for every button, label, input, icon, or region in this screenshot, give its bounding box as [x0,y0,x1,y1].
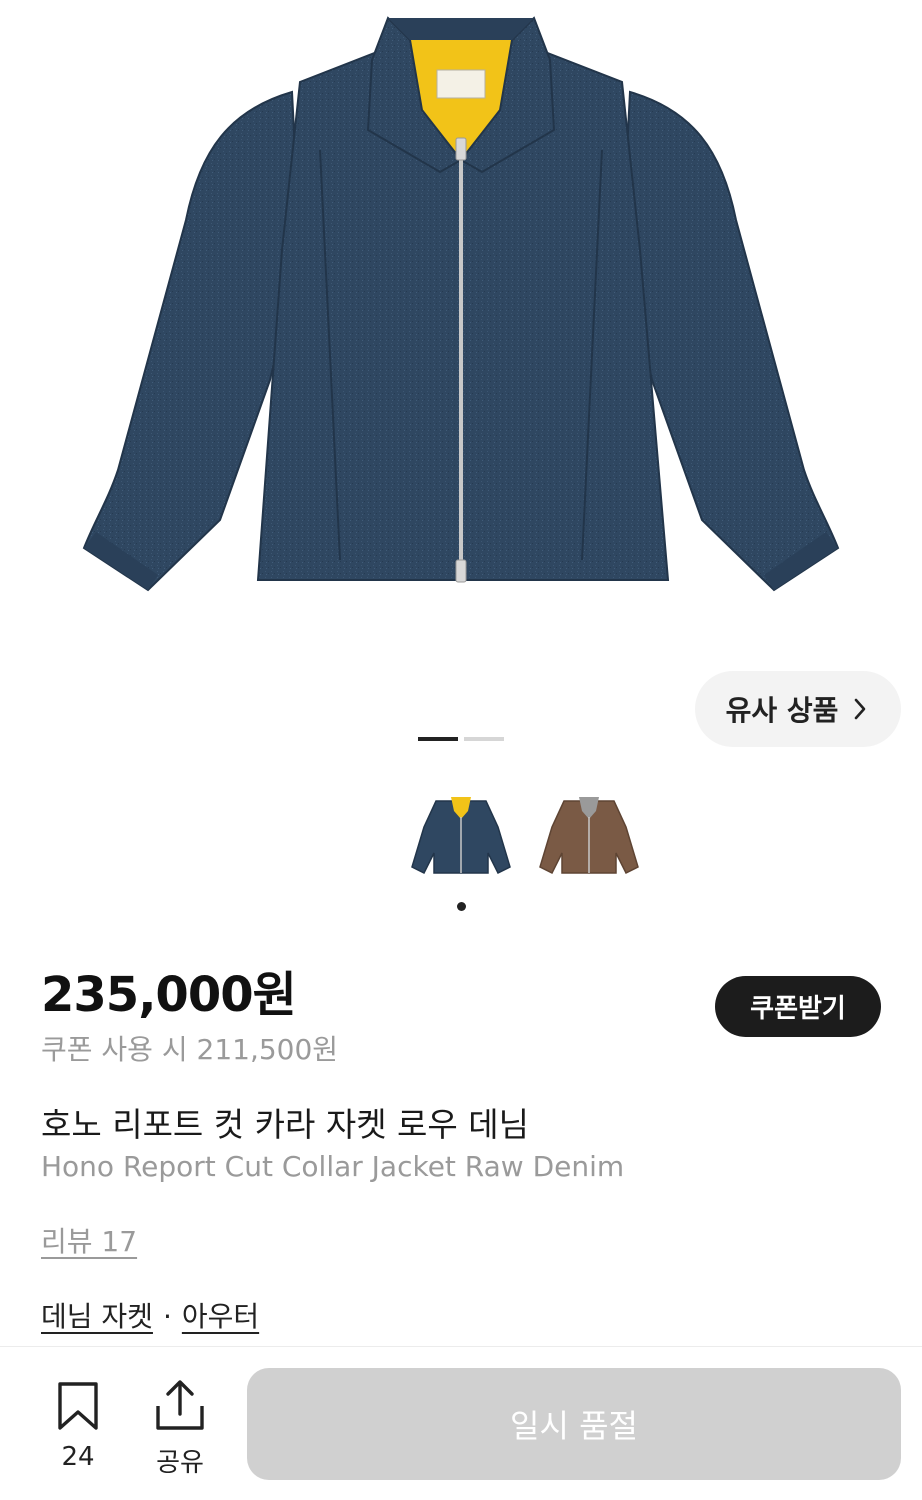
chevron-right-icon [855,698,866,720]
share-label: 공유 [156,1448,204,1478]
selected-color-dot [457,902,466,911]
carousel-indicator [418,737,504,741]
category-breadcrumb: 데님 자켓 · 아우터 [41,1295,259,1335]
product-name-korean: 호노 리포트 컷 카라 자켓 로우 데님 [41,1105,529,1144]
get-coupon-label: 쿠폰받기 [750,994,846,1024]
category-separator: · [162,1300,172,1333]
sold-out-button[interactable]: 일시 품절 [247,1368,901,1480]
similar-products-label: 유사 상품 [725,694,839,727]
category-link-denim-jacket[interactable]: 데님 자켓 [41,1295,153,1335]
color-option-brown[interactable] [534,787,644,882]
bookmark-icon [58,1382,98,1430]
bottom-bar-divider [0,1346,922,1347]
similar-products-button[interactable]: 유사 상품 [695,671,901,747]
color-option-navy[interactable] [406,787,516,882]
product-name-english: Hono Report Cut Collar Jacket Raw Denim [41,1150,625,1183]
sold-out-label: 일시 품절 [510,1407,638,1445]
bookmark-count: 24 [61,1442,95,1472]
reviews-link[interactable]: 리뷰 17 [41,1220,137,1260]
get-coupon-button[interactable]: 쿠폰받기 [715,976,881,1037]
bookmark-button[interactable]: 24 [48,1380,108,1480]
share-icon [156,1380,204,1430]
carousel-indicator-inactive [464,737,504,741]
share-button[interactable]: 공유 [150,1378,210,1478]
coupon-price: 쿠폰 사용 시 211,500원 [41,1033,339,1066]
product-image[interactable] [0,0,922,640]
carousel-indicator-active [418,737,458,741]
price: 235,000원 [41,967,297,1023]
category-link-outer[interactable]: 아우터 [182,1295,259,1335]
